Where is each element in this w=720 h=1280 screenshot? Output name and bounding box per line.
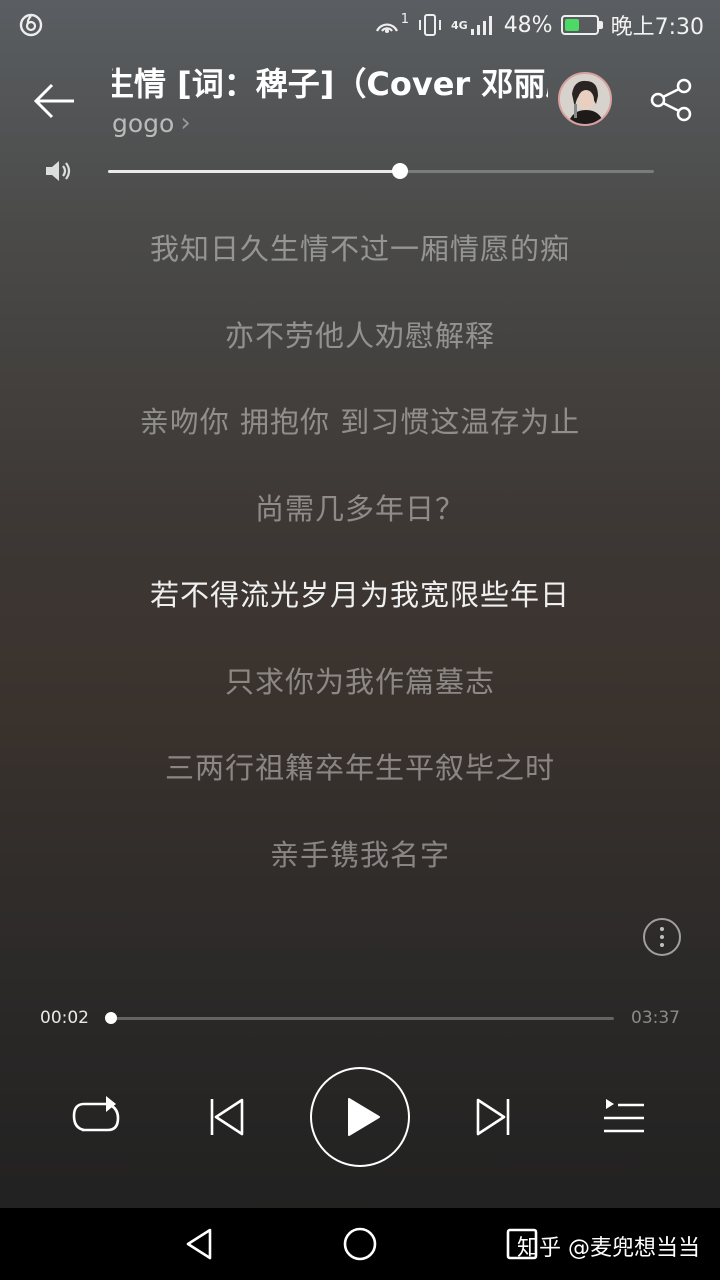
- volume-icon[interactable]: [44, 158, 74, 184]
- more-options-icon[interactable]: [643, 918, 681, 956]
- signal-superscript: 1: [400, 11, 409, 27]
- artist-name: gogo: [112, 108, 175, 138]
- total-time: 03:37: [631, 1008, 680, 1028]
- battery-icon: [560, 15, 603, 35]
- status-icons: 1 4G 48% 晚上7:30: [373, 8, 704, 42]
- watermark: 知乎 @麦兜想当当: [517, 1236, 700, 1261]
- vibrate-icon: [419, 14, 441, 36]
- song-title-marquee: 生情 [词：稗子]（Cover 邓丽欣）: [112, 62, 548, 106]
- network-label: 4G: [451, 18, 468, 32]
- previous-button[interactable]: [204, 1096, 248, 1138]
- loop-icon: [72, 1096, 120, 1132]
- next-icon: [476, 1098, 510, 1136]
- system-nav-bar: 知乎 @麦兜想当当: [0, 1208, 720, 1280]
- lyric-line: 亦不劳他人劝慰解释: [224, 318, 495, 353]
- progress-thumb[interactable]: [105, 1012, 117, 1024]
- playlist-button[interactable]: [600, 1096, 648, 1138]
- lyric-line: 尚需几多年日？: [254, 491, 465, 526]
- battery-percent: 48%: [503, 12, 553, 38]
- song-title: 生情 [词：稗子]（Cover 邓丽欣）: [112, 65, 548, 103]
- volume-slider[interactable]: [108, 163, 654, 179]
- clock: 晚上7:30: [610, 15, 704, 40]
- lyrics-panel[interactable]: 我知日久生情不过一厢情愿的痴 亦不劳他人劝慰解释亲吻你 拥抱你 到习惯这温存为止尚…: [0, 204, 720, 896]
- previous-icon: [210, 1098, 244, 1136]
- lyric-line: 亲吻你 拥抱你 到习惯这温存为止: [139, 405, 581, 440]
- volume-fill: [108, 170, 401, 173]
- nav-home-icon[interactable]: [340, 1224, 380, 1264]
- play-icon: [348, 1098, 380, 1136]
- share-icon[interactable]: [648, 76, 696, 124]
- elapsed-time: 00:02: [40, 1008, 89, 1028]
- back-arrow-icon[interactable]: [30, 76, 80, 126]
- volume-thumb[interactable]: [392, 163, 409, 179]
- chevron-right-icon: ›: [180, 108, 191, 138]
- next-button[interactable]: [472, 1096, 516, 1138]
- loop-button[interactable]: [70, 1094, 122, 1140]
- player-header: 生情 [词：稗子]（Cover 邓丽欣） gogo ›: [0, 56, 720, 146]
- volume-control: [0, 150, 720, 194]
- lyric-line: 只求你为我作篇墓志: [224, 664, 495, 699]
- play-button[interactable]: [310, 1067, 410, 1167]
- lyric-line: 我知日久生情不过一厢情愿的痴: [149, 232, 570, 267]
- nav-back-icon[interactable]: [180, 1224, 220, 1264]
- status-bar: 1 4G 48% 晚上7:30: [0, 0, 720, 50]
- netease-music-icon: [19, 13, 43, 37]
- signal-icon: [470, 16, 492, 35]
- artist-link[interactable]: gogo ›: [112, 108, 191, 138]
- playback-progress: 00:02 03:37: [0, 1000, 720, 1040]
- album-avatar[interactable]: [558, 72, 612, 126]
- lyric-line: 亲手镌我名字: [269, 837, 450, 872]
- hotspot-icon: [375, 23, 398, 33]
- progress-slider[interactable]: [105, 1012, 614, 1024]
- lyric-line: 三两行祖籍卒年生平叙毕之时: [164, 751, 555, 786]
- playlist-icon: [604, 1099, 644, 1133]
- playback-controls: [0, 1066, 720, 1167]
- lyric-line-current: 若不得流光岁月为我宽限些年日: [149, 578, 570, 613]
